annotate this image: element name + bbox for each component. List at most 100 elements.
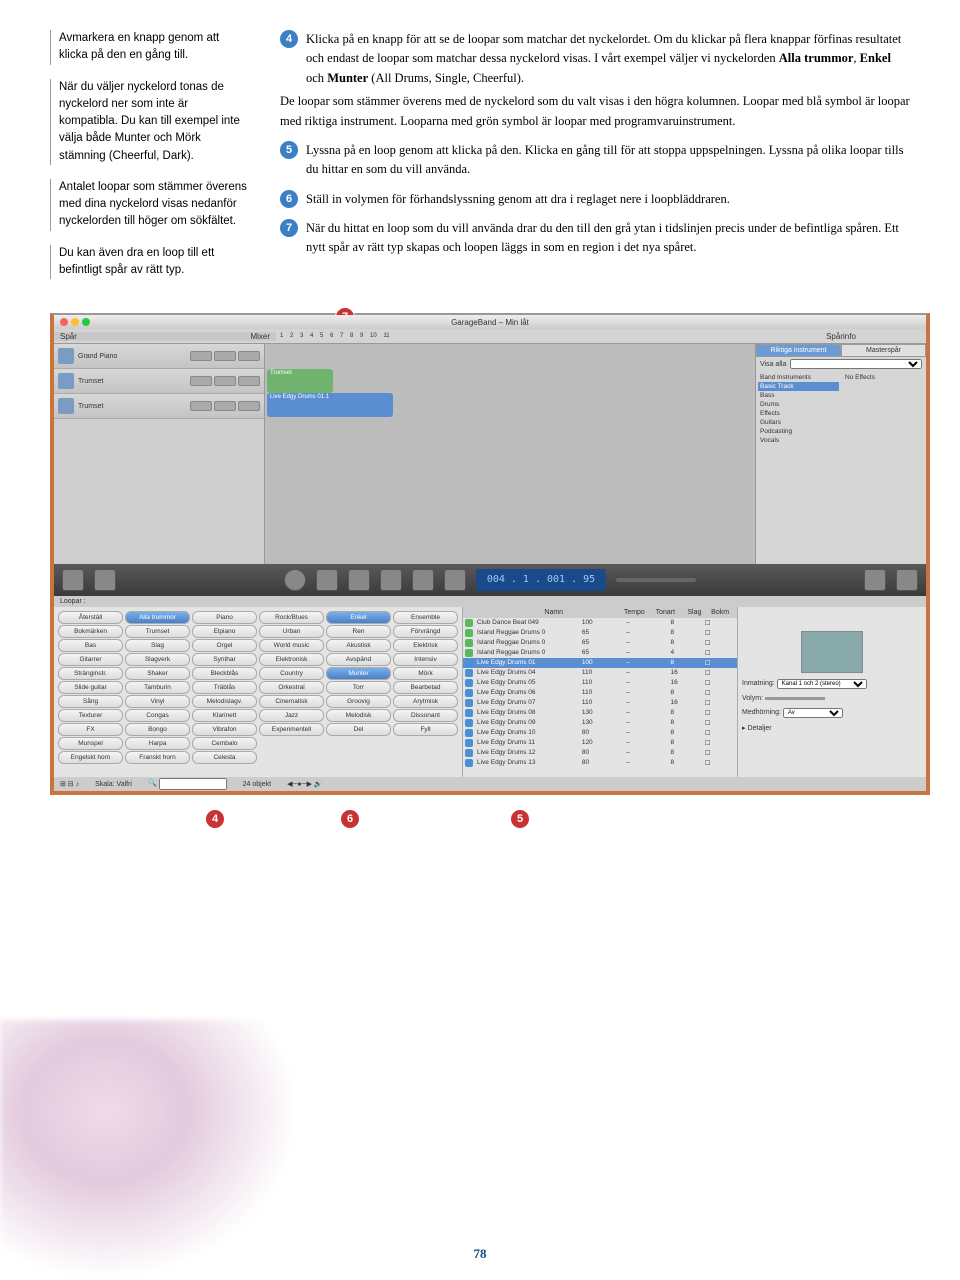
loop-result-row[interactable]: Live Edgy Drums 01100–8☐ [463, 658, 737, 668]
keyword-button[interactable]: World music [259, 639, 324, 652]
start-button[interactable] [316, 569, 338, 591]
keyword-button[interactable]: Mörk [393, 667, 458, 680]
keyword-button[interactable]: Alla trummor [125, 611, 190, 624]
timeline-lane[interactable]: Trumset Live Edgy Drums 01.1 [265, 344, 755, 564]
keyword-button[interactable]: Piano [192, 611, 257, 624]
keyword-button[interactable]: Cinematisk [259, 695, 324, 708]
keyword-button[interactable]: Bas [58, 639, 123, 652]
timeline-ruler[interactable]: 1 2 3 4 5 6 7 8 9 10 11 [276, 333, 756, 339]
keyword-button[interactable]: Melodislagv. [192, 695, 257, 708]
add-track-button[interactable] [62, 569, 84, 591]
loop-result-row[interactable]: Island Reggae Drums 065–4☐ [463, 648, 737, 658]
loop-result-row[interactable]: Island Reggae Drums 065–8☐ [463, 628, 737, 638]
loop-result-row[interactable]: Live Edgy Drums 11120–8☐ [463, 738, 737, 748]
keyword-button[interactable]: Elpiano [192, 625, 257, 638]
region-midi[interactable]: Trumset [267, 369, 333, 393]
volume-slider[interactable] [765, 697, 825, 700]
keyword-button[interactable]: Shaker [125, 667, 190, 680]
keyword-button[interactable]: Bleckblås [192, 667, 257, 680]
keyword-button[interactable]: Ren [326, 625, 391, 638]
keyword-button[interactable]: Gitarrer [58, 653, 123, 666]
keyword-button[interactable]: Trumset [125, 625, 190, 638]
keyword-button[interactable]: Orkestral [259, 681, 324, 694]
keyword-button[interactable]: Munspel [58, 737, 123, 750]
keyword-button[interactable]: Cembalo [192, 737, 257, 750]
keyword-button[interactable]: Franskt horn [125, 751, 190, 764]
details-disclosure[interactable]: ▸ Detaljer [742, 724, 922, 732]
region-audio[interactable]: Live Edgy Drums 01.1 [267, 393, 393, 417]
input-select[interactable]: Kanal 1 och 2 (stereo) [777, 679, 867, 689]
loop-result-row[interactable]: Live Edgy Drums 06110–8☐ [463, 688, 737, 698]
loop-result-row[interactable]: Live Edgy Drums 1080–8☐ [463, 728, 737, 738]
rewind-button[interactable] [348, 569, 370, 591]
keyword-button[interactable]: Träblås [192, 681, 257, 694]
category-item[interactable]: Drums [758, 400, 839, 409]
loop-result-row[interactable]: Island Reggae Drums 065–8☐ [463, 638, 737, 648]
keyword-button[interactable]: Melodisk [326, 709, 391, 722]
keyword-button[interactable]: Akustisk [326, 639, 391, 652]
keyword-button[interactable]: Jazz [259, 709, 324, 722]
forward-button[interactable] [412, 569, 434, 591]
loop-browser-button[interactable] [864, 569, 886, 591]
keyword-button[interactable]: Sång [58, 695, 123, 708]
keyword-button[interactable]: Bongo [125, 723, 190, 736]
loop-result-row[interactable]: Live Edgy Drums 1280–8☐ [463, 748, 737, 758]
preview-volume-slider[interactable]: ◀─●─▶ 🔊 [287, 780, 323, 788]
keyword-button[interactable]: Dissonant [393, 709, 458, 722]
cycle-button[interactable] [444, 569, 466, 591]
keyword-button[interactable]: Stränginstr. [58, 667, 123, 680]
keyword-button[interactable]: Harpa [125, 737, 190, 750]
keyword-button[interactable]: Groovig [326, 695, 391, 708]
editor-button[interactable] [94, 569, 116, 591]
keyword-button[interactable]: Congas [125, 709, 190, 722]
loop-result-row[interactable]: Live Edgy Drums 1380–8☐ [463, 758, 737, 768]
keyword-button[interactable]: Förvrängd [393, 625, 458, 638]
loop-result-row[interactable]: Live Edgy Drums 07110–16☐ [463, 698, 737, 708]
search-input[interactable] [159, 778, 227, 790]
keyword-button[interactable]: Slag [125, 639, 190, 652]
keyword-button[interactable]: Experimentell [259, 723, 324, 736]
keyword-button[interactable]: Klarinett [192, 709, 257, 722]
keyword-button[interactable]: Slide guitar [58, 681, 123, 694]
keyword-button[interactable]: Avspänd [326, 653, 391, 666]
tab-real-instrument[interactable]: Riktiga instrument [756, 344, 841, 357]
keyword-button[interactable]: Del [326, 723, 391, 736]
keyword-button[interactable]: Tamburin [125, 681, 190, 694]
keyword-button[interactable]: Elektronisk [259, 653, 324, 666]
keyword-button[interactable]: Arytmisk [393, 695, 458, 708]
keyword-button[interactable]: Vibrafon [192, 723, 257, 736]
keyword-button[interactable]: Synthar [192, 653, 257, 666]
keyword-button[interactable]: Torr [326, 681, 391, 694]
keyword-button[interactable]: Texturer [58, 709, 123, 722]
keyword-button[interactable]: Orgel [192, 639, 257, 652]
keyword-button[interactable]: Intensiv [393, 653, 458, 666]
category-item[interactable]: Guitars [758, 418, 839, 427]
category-item[interactable]: Band Instruments [758, 373, 839, 382]
keyword-button[interactable]: Country [259, 667, 324, 680]
tab-master[interactable]: Masterspår [841, 344, 926, 357]
category-item[interactable]: Basic Track [758, 382, 839, 391]
keyword-button[interactable]: Engelskt horn [58, 751, 123, 764]
keyword-button[interactable]: Ensemble [393, 611, 458, 624]
category-item[interactable]: Effects [758, 409, 839, 418]
keyword-button[interactable]: Fyll [393, 723, 458, 736]
keyword-button[interactable]: Urban [259, 625, 324, 638]
loop-result-row[interactable]: Live Edgy Drums 09130–8☐ [463, 718, 737, 728]
master-volume-slider[interactable] [616, 578, 696, 582]
keyword-button[interactable]: FX [58, 723, 123, 736]
show-select[interactable] [790, 359, 922, 369]
keyword-button[interactable]: Bokmärken [58, 625, 123, 638]
track-list[interactable]: Grand Piano Trumset Trumset [54, 344, 265, 564]
loop-result-row[interactable]: Live Edgy Drums 08130–8☐ [463, 708, 737, 718]
category-item[interactable]: Bass [758, 391, 839, 400]
loop-result-row[interactable]: Club Dance Beat 049100–8☐ [463, 618, 737, 628]
keyword-button[interactable]: Enkel [326, 611, 391, 624]
keyword-button[interactable]: Munter [326, 667, 391, 680]
keyword-button[interactable]: Slagverk [125, 653, 190, 666]
category-item[interactable]: Vocals [758, 436, 839, 445]
info-button[interactable] [896, 569, 918, 591]
monitor-select[interactable]: Av [783, 708, 843, 718]
keyword-button[interactable]: Celesta [192, 751, 257, 764]
keyword-button[interactable]: Bearbetad [393, 681, 458, 694]
keyword-button[interactable]: Rock/Blues [259, 611, 324, 624]
